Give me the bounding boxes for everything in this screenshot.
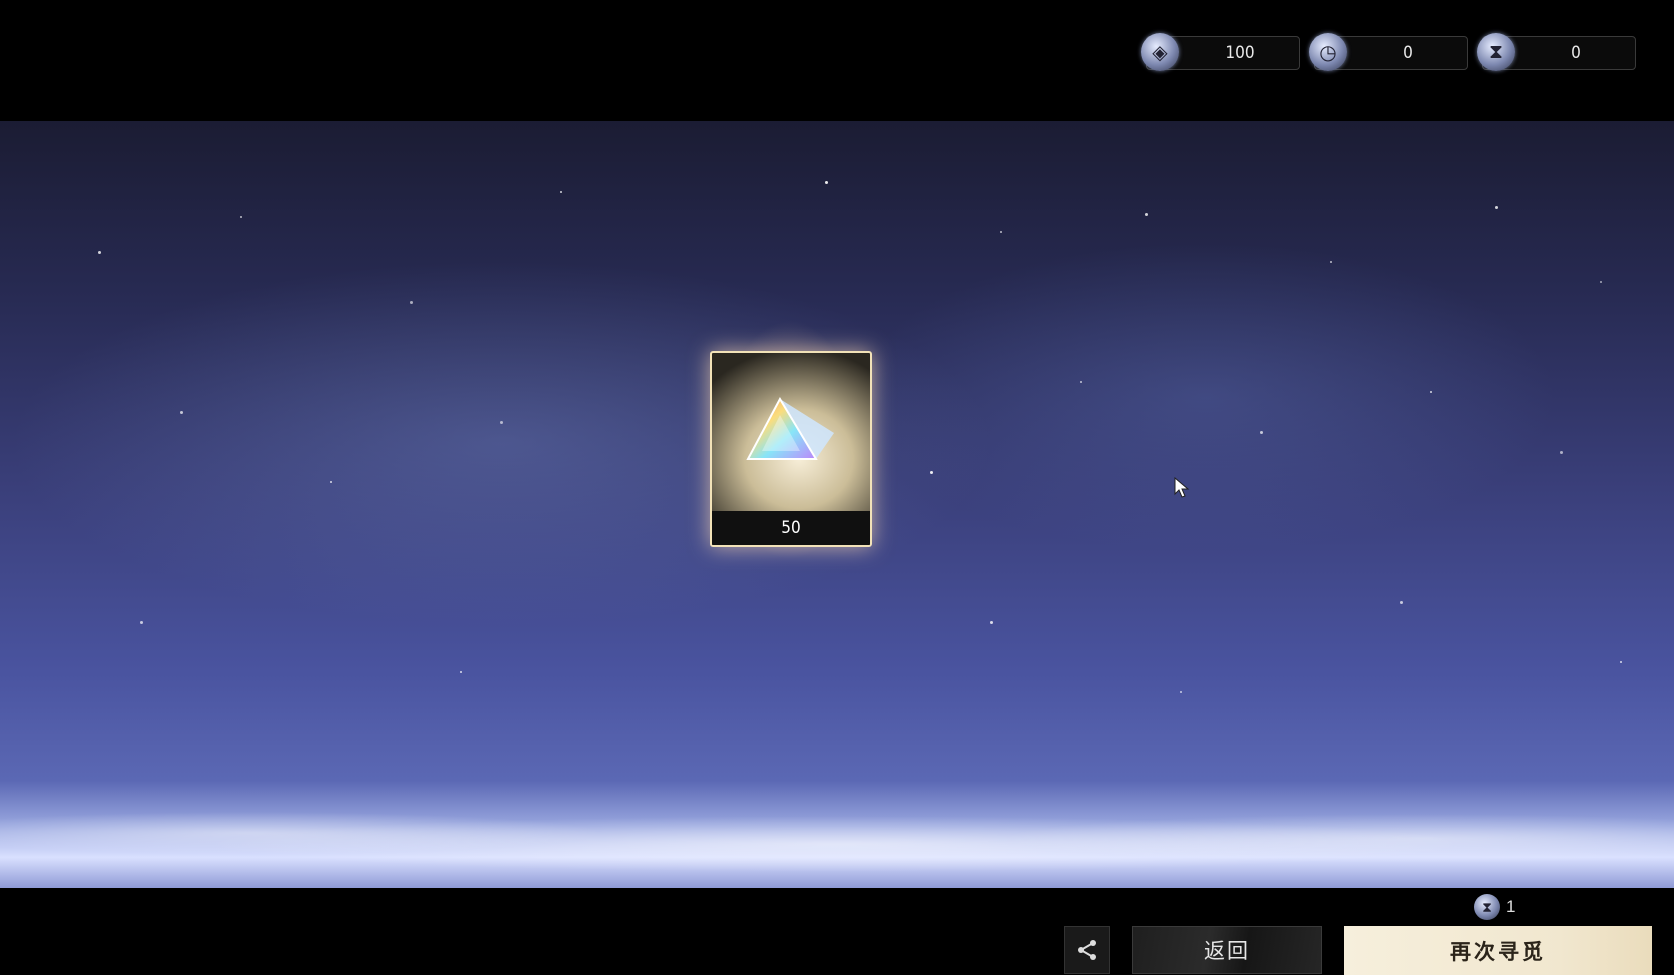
- hourglass-icon: ⧗: [1477, 33, 1515, 71]
- currency-clock-ticket[interactable]: ◷ 0: [1309, 33, 1468, 71]
- clock-ticket-icon: ◷: [1309, 33, 1347, 71]
- reward-count: 50: [712, 511, 870, 545]
- currency-crystal-value: 100: [1225, 43, 1255, 63]
- prism-crystal-icon: [746, 396, 834, 460]
- cloud-haze: [0, 778, 1674, 888]
- currency-hourglass[interactable]: ⧗ 0: [1477, 33, 1636, 71]
- draw-cost-amount: 1: [1506, 897, 1516, 916]
- currency-crystal[interactable]: ◈ 100: [1141, 33, 1300, 71]
- share-icon: [1078, 940, 1096, 960]
- top-bar: ◈ 100 ◷ 0 ⧗ 0: [0, 0, 1674, 121]
- share-button[interactable]: [1064, 926, 1110, 974]
- draw-again-button[interactable]: 再次寻觅: [1344, 926, 1652, 975]
- draw-cost: ⧗ 1: [1474, 893, 1515, 921]
- hourglass-icon: ⧗: [1474, 894, 1500, 920]
- currency-clock-ticket-value: 0: [1403, 43, 1413, 63]
- currency-hourglass-value: 0: [1571, 43, 1581, 63]
- mouse-cursor-icon: [1174, 477, 1190, 498]
- crystal-icon: ◈: [1141, 33, 1179, 71]
- reward-card[interactable]: 50: [710, 351, 872, 547]
- back-button[interactable]: 返回: [1132, 926, 1322, 974]
